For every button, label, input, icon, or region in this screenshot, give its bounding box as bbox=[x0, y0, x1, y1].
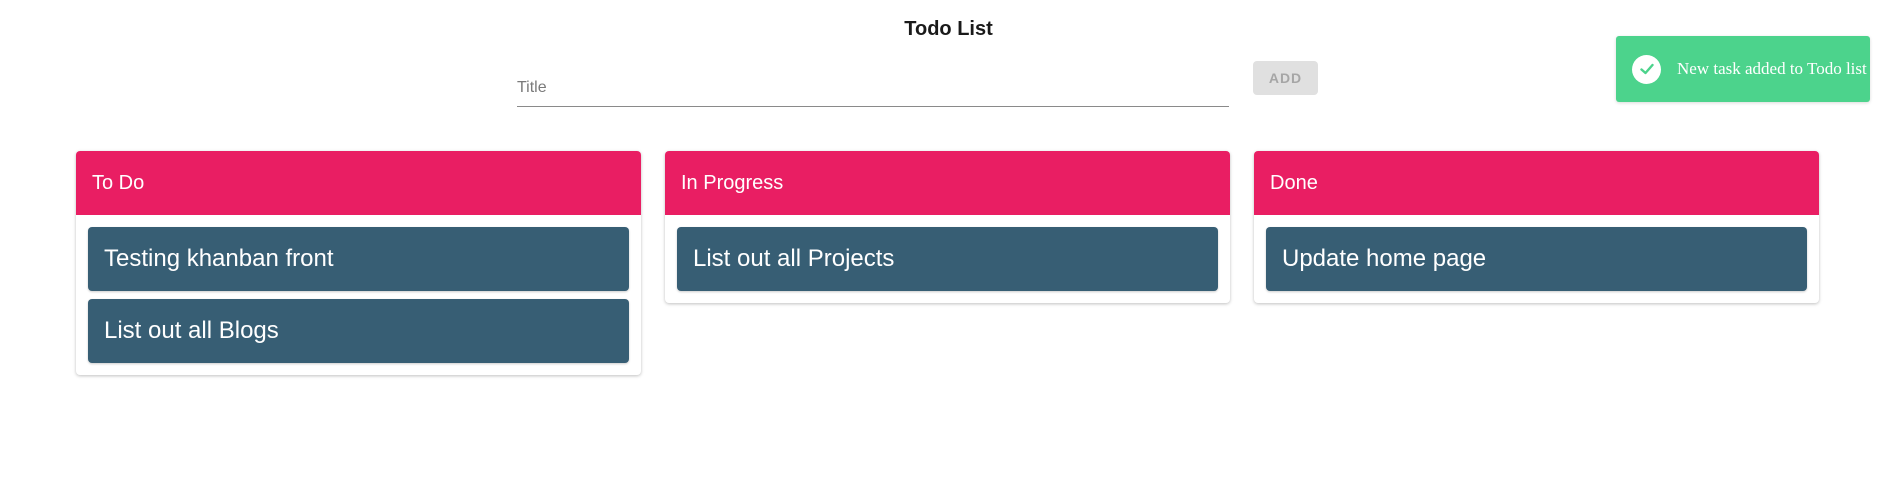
title-field[interactable] bbox=[517, 70, 1229, 107]
column-header: In Progress bbox=[665, 151, 1230, 215]
task-card[interactable]: List out all Blogs bbox=[88, 299, 629, 363]
column-done: Done Update home page bbox=[1254, 151, 1819, 303]
column-in-progress: In Progress List out all Projects bbox=[665, 151, 1230, 303]
column-header: To Do bbox=[76, 151, 641, 215]
task-card[interactable]: Testing khanban front bbox=[88, 227, 629, 291]
title-input[interactable] bbox=[517, 76, 1229, 100]
task-card[interactable]: Update home page bbox=[1266, 227, 1807, 291]
page: Todo List ADD New task added to Todo lis… bbox=[0, 0, 1897, 487]
page-title: Todo List bbox=[904, 18, 993, 40]
check-circle-icon bbox=[1632, 54, 1661, 84]
add-button[interactable]: ADD bbox=[1253, 61, 1318, 95]
toast-message: New task added to Todo list bbox=[1677, 59, 1867, 78]
column-todo: To Do Testing khanban front List out all… bbox=[76, 151, 641, 375]
notification-toast[interactable]: New task added to Todo list bbox=[1616, 36, 1870, 102]
column-header: Done bbox=[1254, 151, 1819, 215]
task-card[interactable]: List out all Projects bbox=[677, 227, 1218, 291]
